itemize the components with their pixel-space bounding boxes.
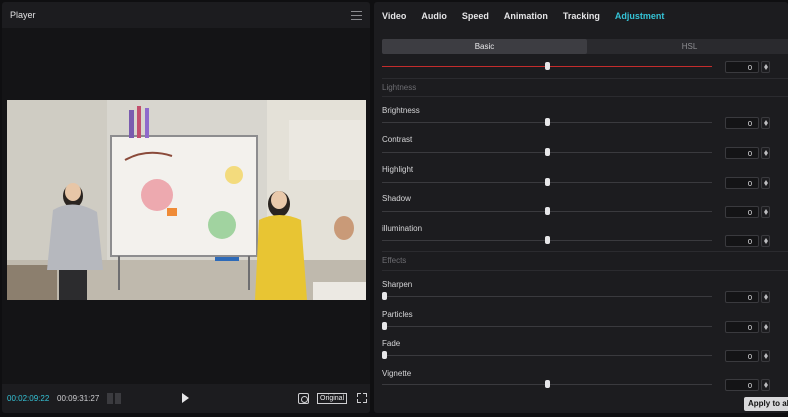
tab-audio[interactable]: Audio [421,11,447,21]
grid-icon[interactable] [107,393,121,404]
brightness-stepper-icon[interactable] [761,117,770,129]
fade-slider-track[interactable] [382,355,712,356]
divider [382,96,788,97]
sharpen-stepper-icon[interactable] [761,291,770,303]
vignette-value-field[interactable]: 0 [725,379,759,391]
highlight-label: Highlight [382,165,414,174]
highlight-slider-handle[interactable] [545,178,550,186]
sharpen-slider-track[interactable] [382,296,712,297]
contrast-value-field[interactable]: 0 [725,147,759,159]
value-field[interactable]: 0 [725,61,759,73]
fade-value-field[interactable]: 0 [725,350,759,362]
contrast-slider-handle[interactable] [545,148,550,156]
apply-to-all-button[interactable]: Apply to all [744,397,788,411]
inspector-tabs: Video Audio Speed Animation Tracking Adj… [374,2,788,30]
tab-adjustment[interactable]: Adjustment [615,11,665,21]
brightness-value-field[interactable]: 0 [725,117,759,129]
particles-stepper-icon[interactable] [761,321,770,333]
particles-value-field[interactable]: 0 [725,321,759,333]
brightness-label: Brightness [382,106,420,115]
menu-icon[interactable] [351,10,362,20]
fade-label: Fade [382,339,401,348]
tab-animation[interactable]: Animation [504,11,548,21]
subtab-basic[interactable]: Basic [382,39,587,54]
contrast-label: Contrast [382,135,413,144]
shadow-label: Shadow [382,194,411,203]
vignette-stepper-icon[interactable] [761,379,770,391]
player-title: Player [10,10,36,20]
illumination-slider-handle[interactable] [545,236,550,244]
video-frame [7,100,366,300]
fade-stepper-icon[interactable] [761,350,770,362]
fullscreen-icon[interactable] [357,393,367,403]
app-window: Player 00:02:09:22 00:09:31:27 Original … [0,0,788,417]
adjustment-list[interactable]: 0 Lightness Brightness 0 Contrast 0 High… [374,58,788,413]
sharpen-label: Sharpen [382,280,413,289]
particles-slider-handle[interactable] [382,322,387,330]
sharpen-slider-handle[interactable] [382,292,387,300]
contrast-stepper-icon[interactable] [761,147,770,159]
brightness-slider-handle[interactable] [545,118,550,126]
tab-video[interactable]: Video [382,11,406,21]
fade-slider-handle[interactable] [382,351,387,359]
section-heading-lightness: Lightness [382,83,417,92]
vignette-label: Vignette [382,369,412,378]
current-timecode: 00:02:09:22 [7,394,50,403]
player-header: Player [2,2,370,28]
vignette-slider-handle[interactable] [545,380,550,388]
shadow-slider-handle[interactable] [545,207,550,215]
particles-slider-track[interactable] [382,326,712,327]
play-icon[interactable] [182,393,189,403]
tab-tracking[interactable]: Tracking [563,11,600,21]
divider [382,251,788,252]
player-panel: Player 00:02:09:22 00:09:31:27 Original [2,2,370,413]
adjustment-subtabs: Basic HSL [382,39,788,54]
illumination-label: illumination [382,224,423,233]
sharpen-value-field[interactable]: 0 [725,291,759,303]
player-viewport[interactable] [2,28,370,384]
stepper-icon[interactable] [761,61,770,73]
highlight-value-field[interactable]: 0 [725,177,759,189]
inspector-panel: Video Audio Speed Animation Tracking Adj… [374,2,788,413]
highlight-stepper-icon[interactable] [761,177,770,189]
original-ratio-button[interactable]: Original [317,393,348,404]
shadow-value-field[interactable]: 0 [725,206,759,218]
particles-label: Particles [382,310,413,319]
tab-speed[interactable]: Speed [462,11,489,21]
total-timecode: 00:09:31:27 [57,394,100,403]
illumination-stepper-icon[interactable] [761,235,770,247]
section-heading-effects: Effects [382,256,407,265]
divider [382,270,788,271]
divider [382,78,788,79]
subtab-hsl[interactable]: HSL [587,39,788,54]
slider-handle[interactable] [545,62,550,70]
fit-icon[interactable] [298,393,309,404]
shadow-stepper-icon[interactable] [761,206,770,218]
player-controls: 00:02:09:22 00:09:31:27 Original [2,384,370,413]
illumination-value-field[interactable]: 0 [725,235,759,247]
